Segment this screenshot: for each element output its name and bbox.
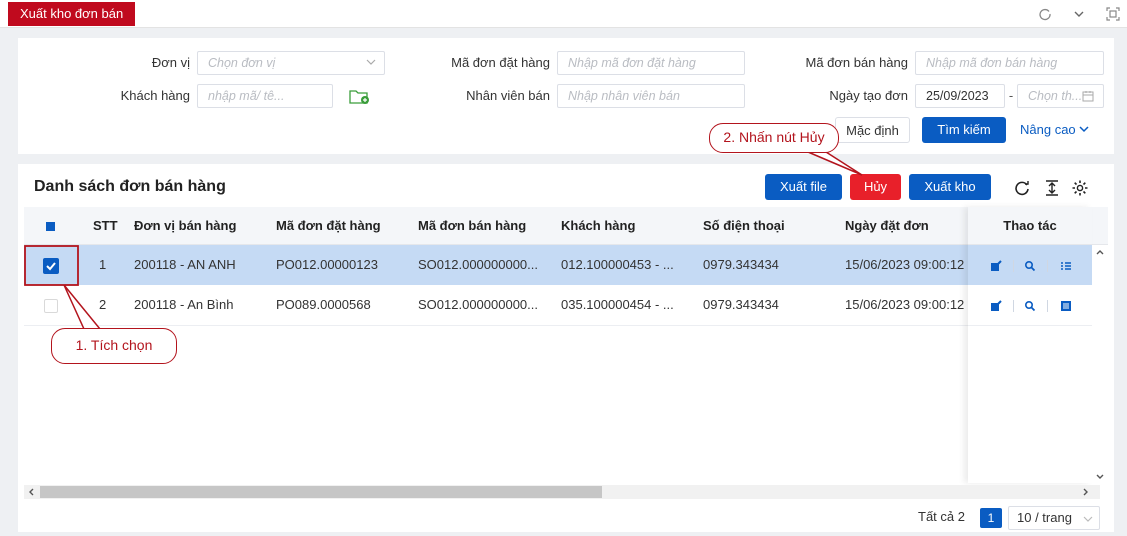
annotation-pointer-2 [807, 151, 863, 176]
annotation-pointer-1 [63, 284, 102, 330]
annotation-step1: 1. Tích chọn [51, 328, 177, 364]
annotation-step2: 2. Nhấn nút Hủy [709, 123, 839, 153]
annotation-overlay [24, 151, 863, 330]
annotation-highlight-box [24, 245, 79, 286]
